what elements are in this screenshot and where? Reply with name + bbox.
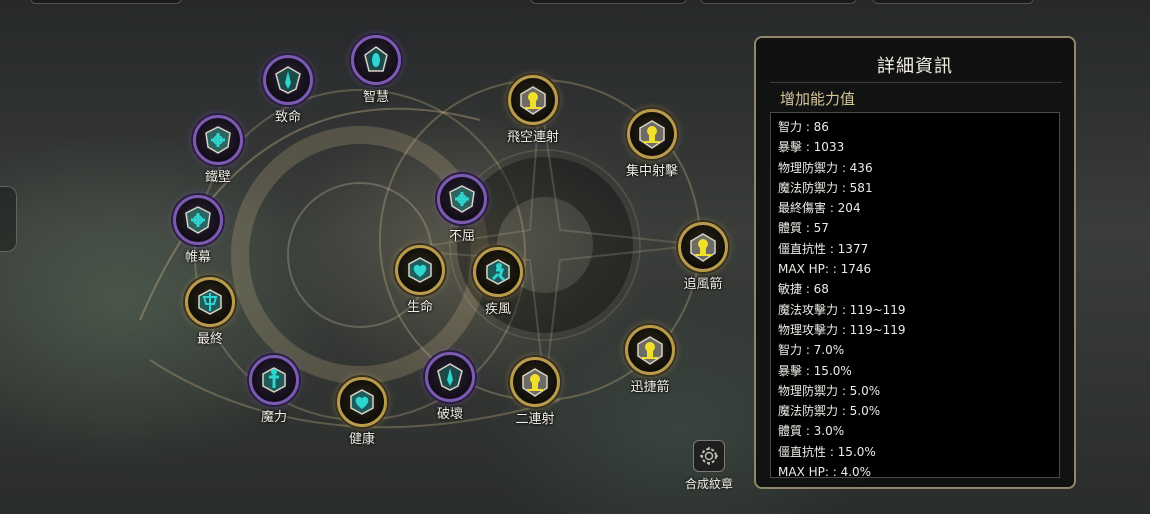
crest-label: 最終 — [196, 332, 224, 347]
crest-label: 智慧 — [362, 90, 390, 105]
crest-label: 迅捷箭 — [630, 380, 670, 395]
synthesize-crest-label: 合成紋章 — [684, 477, 733, 491]
crest-node-erlian[interactable] — [510, 357, 560, 407]
crest-label: 疾風 — [484, 302, 512, 317]
crest-node-zuizhong[interactable] — [185, 277, 235, 327]
stat-line: 僵直抗性 : 1377 — [778, 241, 869, 256]
gear-icon[interactable] — [693, 440, 725, 472]
crest-label: 鐵壁 — [204, 170, 232, 185]
crest-label: 破壞 — [436, 407, 464, 422]
skull-crest-icon — [637, 336, 663, 365]
orb-crest-icon — [364, 46, 388, 72]
crest-node-zhiming[interactable] — [263, 55, 313, 105]
stat-line: 魔法防禦力 : 5.0% — [778, 404, 881, 419]
sword-crest-icon — [437, 363, 463, 391]
crest-node-pohuai[interactable] — [425, 352, 475, 402]
panel-title: 詳細資訊 — [877, 56, 953, 77]
shield-crest-icon — [185, 206, 211, 234]
divider — [770, 82, 1062, 83]
stats-list[interactable]: 智力 : 86 暴擊 : 1033 物理防禦力 : 436 魔法防禦力 : 581 最終… — [770, 112, 1060, 478]
stat-line: 僵直抗性 : 15.0% — [778, 444, 876, 459]
detail-panel: 詳細資訊 增加能力值 智力 : 86 暴擊 : 1033 物理防禦力 : 436 魔法… — [754, 36, 1076, 489]
wand-crest-icon — [262, 367, 286, 393]
stat-line: 物理防禦力 : 436 — [778, 160, 873, 175]
stat-line: 物理攻擊力 : 119~119 — [778, 322, 906, 337]
crest-label: 飛空連射 — [506, 130, 560, 145]
stat-line: 物理防禦力 : 5.0% — [778, 383, 881, 398]
crest-node-weimu[interactable] — [173, 195, 223, 245]
crest-node-feikong[interactable] — [508, 75, 558, 125]
stat-line: MAX HP: : 1746 — [778, 262, 872, 277]
crest-label: 魔力 — [260, 410, 288, 425]
crest-label: 健康 — [348, 432, 376, 447]
synthesize-crest-button[interactable]: 合成紋章 — [683, 440, 735, 492]
stat-line: 智力 : 7.0% — [778, 343, 845, 358]
skull-crest-icon — [522, 368, 548, 397]
stat-line: 體質 : 3.0% — [778, 424, 845, 439]
skull-crest-icon — [639, 120, 665, 149]
sword-crest-icon — [275, 66, 301, 94]
crest-node-zhuifeng[interactable] — [678, 222, 728, 272]
crest-node-xunjie[interactable] — [625, 325, 675, 375]
stat-line: 最終傷害 : 204 — [778, 201, 861, 216]
panel-subtitle: 增加能力值 — [780, 90, 856, 108]
crest-label: 集中射擊 — [625, 164, 679, 179]
stat-line: 暴擊 : 1033 — [778, 140, 845, 155]
crest-label: 致命 — [274, 110, 302, 125]
skull-crest-icon — [690, 233, 716, 262]
stat-line: 敏捷 : 68 — [778, 282, 829, 297]
runner-crest-icon — [486, 259, 510, 285]
shield-crest-icon — [205, 126, 231, 154]
stat-line: 魔法防禦力 : 581 — [778, 180, 873, 195]
crest-node-zhihui[interactable] — [351, 35, 401, 85]
stat-line: 體質 : 57 — [778, 221, 829, 236]
stat-line: MAX HP: : 4.0% — [778, 465, 872, 478]
skull-crest-icon — [520, 86, 546, 115]
shield-crest-icon — [449, 185, 475, 213]
stat-line: 魔法攻擊力 : 119~119 — [778, 302, 906, 317]
crest-node-tiebi[interactable] — [193, 115, 243, 165]
crest-node-jiankang[interactable] — [337, 377, 387, 427]
crest-label: 追風箭 — [683, 277, 723, 292]
crest-label: 不屈 — [448, 229, 476, 244]
crest-node-shengming[interactable] — [395, 245, 445, 295]
crest-label: 生命 — [406, 300, 434, 315]
crest-node-buqu[interactable] — [437, 174, 487, 224]
crest-node-jifeng[interactable] — [473, 247, 523, 297]
heart-crest-icon — [350, 389, 374, 415]
crest-label: 二連射 — [515, 412, 555, 427]
crest-node-jizhong[interactable] — [627, 109, 677, 159]
crest-node-moli[interactable] — [249, 355, 299, 405]
crest-label: 帷幕 — [184, 250, 212, 265]
axe-crest-icon — [198, 289, 222, 315]
stat-line: 智力 : 86 — [778, 120, 829, 134]
heart-crest-icon — [408, 257, 432, 283]
stat-line: 暴擊 : 15.0% — [778, 363, 852, 378]
